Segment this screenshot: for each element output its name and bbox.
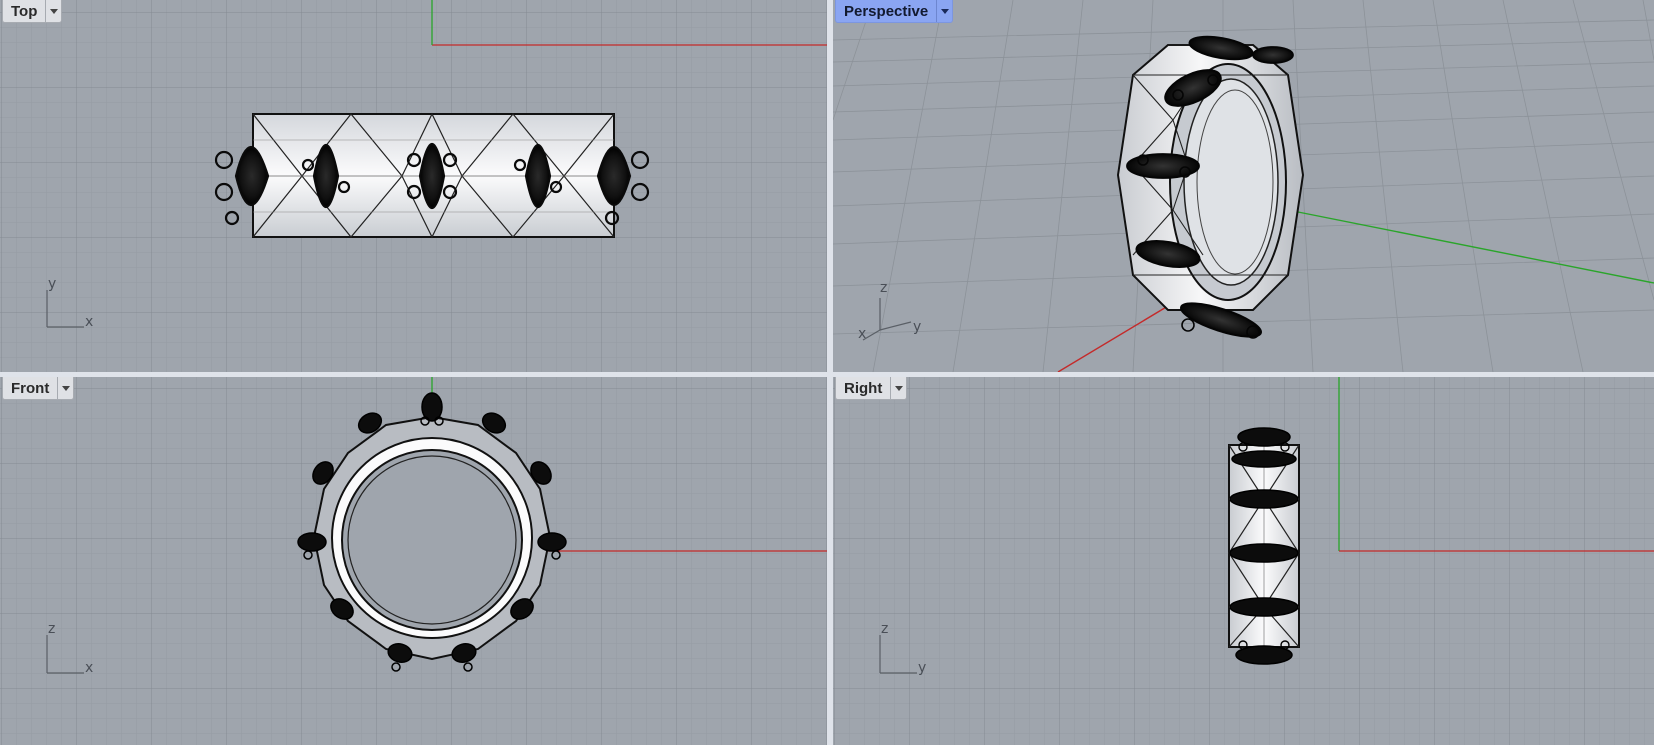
viewport-tab-perspective[interactable]: Perspective: [835, 0, 954, 23]
viewport-tab-right[interactable]: Right: [835, 377, 908, 400]
viewport-canvas[interactable]: [833, 0, 1654, 372]
viewport-canvas[interactable]: [0, 0, 827, 372]
viewport-top[interactable]: Top y x: [0, 0, 827, 372]
axis-label-v: y: [48, 276, 57, 292]
axis-label-h: x: [85, 314, 94, 330]
viewport-canvas[interactable]: [833, 377, 1654, 745]
viewport-menu-button[interactable]: [45, 0, 61, 22]
viewport-tab-top[interactable]: Top: [2, 0, 63, 23]
axis-label-depth: x: [858, 326, 867, 342]
axis-label-h: y: [913, 319, 922, 335]
axis-label-v: z: [880, 280, 888, 296]
viewport-menu-button[interactable]: [890, 377, 906, 399]
viewport-title[interactable]: Right: [836, 377, 890, 399]
viewport-title[interactable]: Perspective: [836, 0, 936, 22]
chevron-down-icon: [49, 8, 58, 14]
chevron-down-icon: [894, 385, 903, 391]
viewport-front[interactable]: Front z x: [0, 377, 827, 745]
viewport-title[interactable]: Front: [3, 377, 57, 399]
viewport-menu-button[interactable]: [936, 0, 952, 22]
chevron-down-icon: [61, 385, 70, 391]
ring-model[interactable]: [1228, 427, 1300, 665]
axis-label-h: y: [918, 660, 927, 676]
viewport-perspective[interactable]: Perspective z y x: [833, 0, 1654, 372]
world-axes-icon: [862, 298, 912, 341]
axis-label-h: x: [85, 660, 94, 676]
axis-label-v: z: [881, 621, 889, 637]
viewport-right[interactable]: Right z y: [833, 377, 1654, 745]
ring-model[interactable]: [1116, 33, 1305, 344]
viewport-tab-front[interactable]: Front: [2, 377, 75, 400]
ring-model[interactable]: [214, 112, 650, 239]
viewport-menu-button[interactable]: [57, 377, 73, 399]
chevron-down-icon: [940, 8, 949, 14]
viewport-canvas[interactable]: [0, 377, 827, 745]
viewport-title[interactable]: Top: [3, 0, 45, 22]
axis-label-v: z: [48, 621, 56, 637]
x-axis-line: [1057, 299, 1179, 372]
